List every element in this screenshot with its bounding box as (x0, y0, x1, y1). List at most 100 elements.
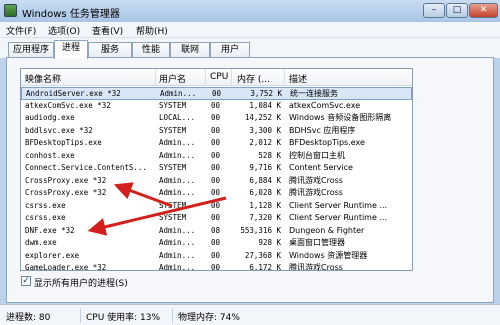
menu-options[interactable]: 选项(O) (48, 24, 80, 37)
process-user: Admin... (159, 138, 196, 147)
process-name: DNF.exe *32 (25, 225, 75, 235)
process-cpu: 00 (211, 238, 221, 247)
column-memory[interactable]: 内存 (... (237, 72, 270, 85)
process-name: atkexComSvc.exe *32 (25, 100, 111, 110)
process-row[interactable]: bddlsvc.exe *32 SYSTEM 00 3,300 K BDHSvc 应用程… (21, 125, 412, 138)
task-manager-window: Windows 任务管理器 – □ ✕ 文件(F) 选项(O) 查看(V) 帮助… (0, 0, 500, 325)
process-user: Admin... (159, 150, 196, 160)
process-description: 腾讯游戏Cross (289, 188, 343, 197)
process-memory: 2,012 K (249, 138, 281, 147)
menu-file[interactable]: 文件(F) (6, 24, 36, 37)
menu-bar: 文件(F) 选项(O) 查看(V) 帮助(H) (0, 22, 500, 38)
process-description: atkexComSvc.exe (289, 100, 361, 110)
column-image-name[interactable]: 映像名称 (25, 72, 61, 85)
minimize-button[interactable]: – (423, 3, 445, 18)
list-header: 映像名称 用户名 CPU 内存 (... 描述 (21, 69, 412, 86)
process-row[interactable]: BFDesktopTips.exe Admin... 00 2,012 K BFDesk… (21, 137, 412, 150)
tab-strip: 应用程序 进程 服务 性能 联网 用户 (0, 38, 500, 59)
process-cpu: 00 (211, 138, 221, 147)
process-description: Content Service (289, 163, 353, 172)
task-manager-icon (4, 4, 17, 17)
process-row[interactable]: GameLoader.exe *32 Admin... 00 6,172 K 腾讯游戏C… (21, 262, 412, 271)
process-user: SYSTEM (159, 125, 187, 135)
process-name: CrossProxy.exe *32 (25, 175, 107, 185)
process-user: SYSTEM (159, 200, 187, 210)
process-description: Windows 音频设备图形隔离 (289, 113, 392, 122)
process-memory: 1,128 K (249, 200, 281, 210)
process-cpu: 00 (211, 175, 221, 185)
process-user: Admin... (159, 250, 196, 260)
process-cpu: 00 (211, 163, 221, 172)
process-name: bddlsvc.exe *32 (25, 125, 93, 135)
process-description: 腾讯游戏Cross (289, 175, 343, 185)
process-description: 腾讯游戏Cross (289, 263, 343, 271)
title-bar[interactable]: Windows 任务管理器 – □ ✕ (0, 0, 500, 22)
process-cpu: 00 (211, 150, 221, 160)
process-cpu: 00 (211, 250, 221, 260)
process-row[interactable]: csrss.exe SYSTEM 00 7,320 K Client Server Ru… (21, 212, 412, 225)
process-row[interactable]: DNF.exe *32 Admin... 08 553,316 K Dungeon & … (21, 225, 412, 238)
menu-view[interactable]: 查看(V) (92, 24, 123, 37)
process-cpu: 00 (211, 125, 221, 135)
tab-processes[interactable]: 进程 (54, 40, 88, 59)
process-name: CrossProxy.exe *32 (25, 188, 107, 197)
process-memory: 14,252 K (244, 113, 281, 122)
process-row[interactable]: CrossProxy.exe *32 Admin... 00 6,884 K 腾讯游戏C… (21, 175, 412, 188)
process-row[interactable]: conhost.exe Admin... 00 528 K 控制台窗口主机 (21, 150, 412, 163)
process-memory: 528 K (258, 150, 281, 160)
process-memory: 553,316 K (240, 225, 281, 235)
menu-help[interactable]: 帮助(H) (136, 24, 168, 37)
tab-performance[interactable]: 性能 (132, 42, 170, 58)
process-name: conhost.exe (25, 150, 75, 160)
process-description: Dungeon & Fighter (289, 225, 365, 235)
process-name: audiodg.exe (25, 113, 75, 122)
tab-services[interactable]: 服务 (88, 42, 132, 58)
column-user-name[interactable]: 用户名 (159, 72, 186, 85)
process-description: BFDesktopTips.exe (289, 138, 365, 147)
process-user: Admin... (159, 225, 196, 235)
process-row[interactable]: CrossProxy.exe *32 Admin... 00 6,028 K 腾讯游戏C… (21, 187, 412, 200)
maximize-button[interactable]: □ (446, 3, 468, 18)
process-user: Admin... (159, 188, 196, 197)
process-row[interactable]: audiodg.exe LOCAL... 00 14,252 K Windows 音频设… (21, 112, 412, 125)
process-description: Client Server Runtime ... (289, 213, 388, 222)
process-user: SYSTEM (159, 213, 187, 222)
process-memory: 1,084 K (249, 100, 281, 110)
window-title: Windows 任务管理器 (22, 9, 120, 20)
process-memory: 6,884 K (249, 175, 281, 185)
process-cpu: 00 (211, 200, 221, 210)
status-bar: 进程数: 80 CPU 使用率: 13% 物理内存: 74% (0, 304, 500, 325)
process-row[interactable]: AndroidServer.exe *32 Admin... 00 3,752 K 统一… (21, 87, 412, 100)
close-button[interactable]: ✕ (469, 3, 498, 18)
show-all-processes-label: 显示所有用户的进程(S) (34, 279, 128, 289)
tab-networking[interactable]: 联网 (170, 42, 210, 58)
process-row[interactable]: atkexComSvc.exe *32 SYSTEM 00 1,084 K atkexC… (21, 100, 412, 113)
process-memory: 7,320 K (249, 213, 281, 222)
process-name: explorer.exe (25, 250, 80, 260)
process-name: csrss.exe (25, 213, 66, 222)
process-row[interactable]: csrss.exe SYSTEM 00 1,128 K Client Server Ru… (21, 200, 412, 213)
process-list[interactable]: 映像名称 用户名 CPU 内存 (... 描述 AndroidServer.ex… (20, 68, 413, 271)
process-name: Connect.Service.ContentS... (25, 163, 147, 172)
process-description: 控制台窗口主机 (289, 150, 345, 160)
show-all-processes-checkbox[interactable]: ✓ (21, 276, 31, 286)
process-description: Client Server Runtime ... (289, 200, 388, 210)
tab-applications[interactable]: 应用程序 (8, 42, 54, 58)
process-description: 桌面窗口管理器 (289, 238, 345, 247)
process-user: Admin... (159, 263, 196, 271)
process-cpu: 00 (211, 213, 221, 222)
tab-users[interactable]: 用户 (210, 42, 250, 58)
process-name: csrss.exe (25, 200, 66, 210)
process-row[interactable]: dwm.exe Admin... 00 928 K 桌面窗口管理器 (21, 237, 412, 250)
process-name: GameLoader.exe *32 (25, 263, 107, 271)
process-memory: 928 K (258, 238, 281, 247)
process-cpu: 00 (211, 188, 221, 197)
process-description: Windows 资源管理器 (289, 250, 368, 260)
process-row[interactable]: explorer.exe Admin... 00 27,368 K Windows 资源… (21, 250, 412, 263)
process-row[interactable]: Connect.Service.ContentS... SYSTEM 00 9,716… (21, 162, 412, 175)
process-name: BFDesktopTips.exe (25, 138, 102, 147)
column-description[interactable]: 描述 (289, 72, 307, 85)
process-user: Admin... (159, 238, 196, 247)
process-memory: 3,300 K (249, 125, 281, 135)
column-cpu[interactable]: CPU (210, 72, 228, 82)
